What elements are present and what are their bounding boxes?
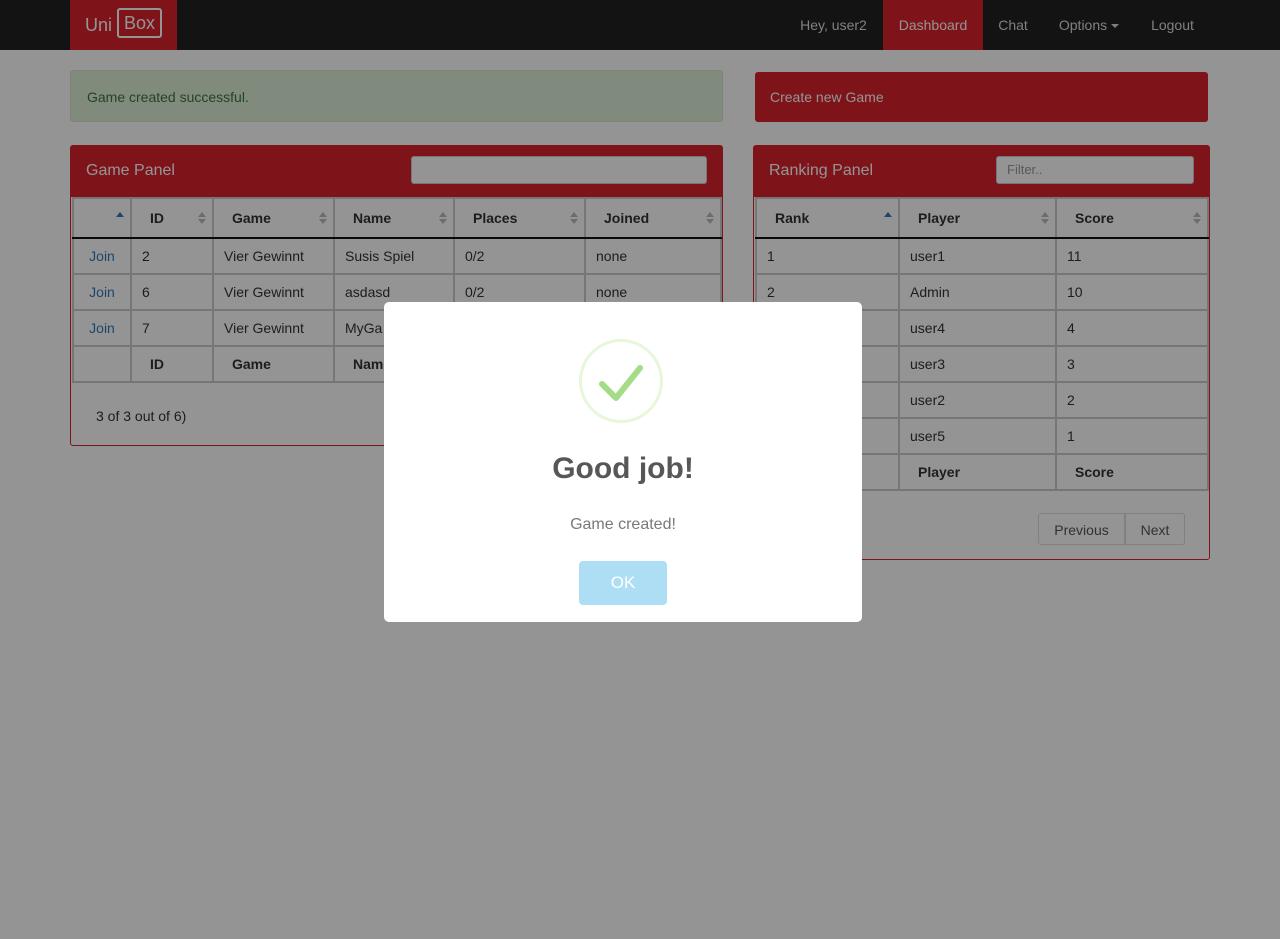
ok-button[interactable]: OK	[579, 561, 667, 605]
success-check-icon	[579, 339, 663, 423]
modal-title: Good job!	[552, 452, 694, 485]
success-modal: Good job! Game created! OK	[384, 302, 862, 622]
modal-text: Game created!	[570, 516, 676, 533]
